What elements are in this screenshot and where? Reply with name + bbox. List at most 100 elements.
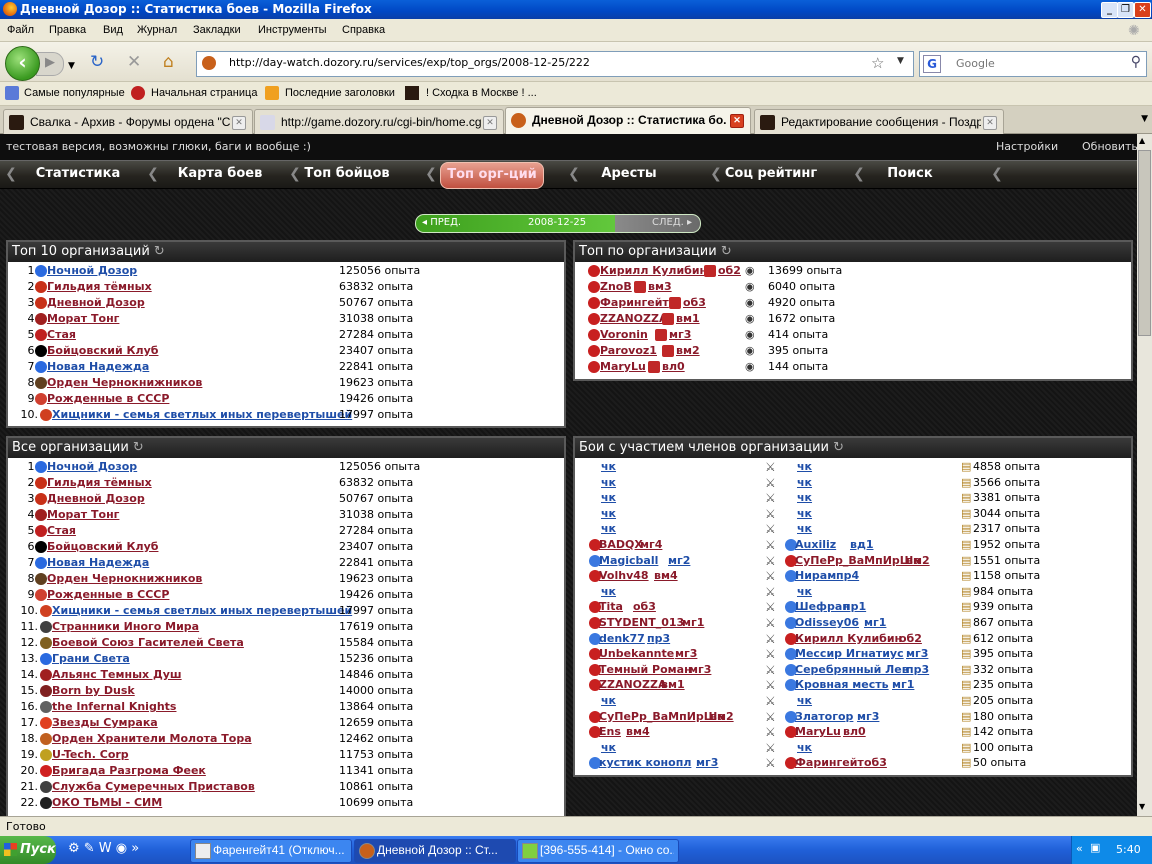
org-link[interactable]: Звезды Сумрака: [52, 715, 158, 731]
settings-link[interactable]: Настройки: [996, 140, 1058, 153]
forward-button[interactable]: ▶: [36, 52, 64, 76]
org-link[interactable]: Гильдия тёмных: [47, 279, 152, 295]
maximize-button[interactable]: ❐: [1117, 2, 1134, 18]
fighter-link[interactable]: MaryLu: [795, 724, 841, 740]
refresh-icon[interactable]: ↻: [154, 244, 165, 259]
back-button[interactable]: ‹: [5, 46, 40, 81]
fighter-level[interactable]: мг4: [640, 537, 662, 553]
org-link[interactable]: Рожденные в СССР: [47, 587, 169, 603]
quicklaunch-icon[interactable]: ⚙ ✎ W ◉ »: [68, 841, 139, 856]
org-link[interactable]: Гильдия тёмных: [47, 475, 152, 491]
fighter-level[interactable]: чк: [601, 584, 616, 600]
fighter-level[interactable]: вм2: [710, 709, 734, 725]
crossed-swords-icon[interactable]: ⚔: [765, 459, 776, 475]
fighter-level[interactable]: чк: [797, 693, 812, 709]
crossed-swords-icon[interactable]: ⚔: [765, 740, 776, 756]
org-link[interactable]: Стая: [47, 327, 76, 343]
crossed-swords-icon[interactable]: ⚔: [765, 755, 776, 771]
fighter-link[interactable]: Златогор: [795, 709, 853, 725]
member-level[interactable]: вм3: [648, 279, 672, 295]
task-fahrenheit[interactable]: Фаренгейт41 (Отключ...: [190, 839, 352, 863]
fighter-level[interactable]: мг3: [906, 646, 928, 662]
org-link[interactable]: Новая Надежда: [47, 555, 149, 571]
fighter-level[interactable]: пр3: [906, 662, 929, 678]
eye-icon[interactable]: ◉: [745, 263, 755, 279]
fighter-link[interactable]: Magicball: [599, 553, 658, 569]
fighter-level[interactable]: мг3: [675, 646, 697, 662]
task-day-watch[interactable]: Дневной Дозор :: Ст...: [354, 839, 516, 863]
org-link[interactable]: Орден Хранители Молота Тора: [52, 731, 252, 747]
site-menu-social-rating[interactable]: Соц рейтинг: [723, 162, 819, 187]
fighter-link[interactable]: Odissey06: [795, 615, 859, 631]
crossed-swords-icon[interactable]: ⚔: [765, 584, 776, 600]
crossed-swords-icon[interactable]: ⚔: [765, 506, 776, 522]
fighter-level[interactable]: вм4: [654, 568, 678, 584]
fighter-link[interactable]: СуПеРр_ВаМпИрШа: [795, 553, 921, 569]
fighter-level[interactable]: мг2: [668, 553, 690, 569]
fighter-link[interactable]: Volhv48: [599, 568, 649, 584]
site-menu-arrests[interactable]: Аресты: [581, 162, 677, 187]
fighter-level[interactable]: вд1: [850, 537, 874, 553]
fighter-link[interactable]: ZZANOZZA: [599, 677, 667, 693]
fighter-link[interactable]: Auxiliz: [795, 537, 836, 553]
search-box[interactable]: G ⚲: [919, 51, 1147, 77]
member-level[interactable]: мг3: [669, 327, 691, 343]
member-level[interactable]: вм2: [676, 343, 700, 359]
fighter-level[interactable]: мг3: [689, 662, 711, 678]
fighter-link[interactable]: кустик конопл: [599, 755, 691, 771]
site-menu-battle-map[interactable]: Карта боев: [160, 162, 280, 187]
member-level[interactable]: об3: [683, 295, 706, 311]
fighter-level[interactable]: чк: [797, 459, 812, 475]
bookmark-home[interactable]: Начальная страница: [151, 87, 257, 99]
org-link[interactable]: Новая Надежда: [47, 359, 149, 375]
org-link[interactable]: Born by Dusk: [52, 683, 135, 699]
member-link[interactable]: Кирилл Кулибин: [600, 263, 707, 279]
refresh-icon[interactable]: ↻: [833, 440, 844, 455]
org-link[interactable]: Альянс Темных Душ: [52, 667, 182, 683]
org-link[interactable]: Ночной Дозор: [47, 459, 137, 475]
member-link[interactable]: Parovoz1: [600, 343, 657, 359]
org-link[interactable]: Рожденные в СССР: [47, 391, 169, 407]
org-link[interactable]: ОКО ТЬМЫ - СИМ: [52, 795, 162, 811]
tab-edit-message[interactable]: Редактирование сообщения - Поздр... ✕: [754, 109, 1004, 135]
org-link[interactable]: Хищники - семья светлых иных перевертыше…: [52, 407, 352, 423]
fighter-level[interactable]: чк: [601, 506, 616, 522]
fighter-level[interactable]: пр4: [836, 568, 859, 584]
refresh-icon[interactable]: ↻: [133, 440, 144, 455]
site-menu-statistics[interactable]: Статистика: [18, 162, 138, 187]
fighter-level[interactable]: чк: [797, 521, 812, 537]
fighter-link[interactable]: BADQX: [599, 537, 643, 553]
address-bar[interactable]: ☆ ▼: [196, 51, 914, 77]
org-link[interactable]: Служба Сумеречных Приставов: [52, 779, 255, 795]
fighter-level[interactable]: об3: [633, 599, 656, 615]
fighter-link[interactable]: Фарингейт: [795, 755, 864, 771]
fighter-level[interactable]: мг3: [696, 755, 718, 771]
org-link[interactable]: Грани Света: [52, 651, 130, 667]
org-link[interactable]: Хищники - семья светлых иных перевертыше…: [52, 603, 352, 619]
fighter-link[interactable]: denk77: [599, 631, 645, 647]
fighter-level[interactable]: вм1: [661, 677, 685, 693]
org-link[interactable]: Бойцовский Клуб: [47, 343, 158, 359]
task-icq-chat[interactable]: [396-555-414] - Окно со...: [517, 839, 679, 863]
site-menu-search[interactable]: Поиск: [864, 162, 956, 187]
fighter-level[interactable]: вл0: [843, 724, 866, 740]
tray-expand-icon[interactable]: «: [1076, 842, 1083, 855]
url-input[interactable]: [227, 55, 861, 70]
fighter-link[interactable]: Темный Роман: [599, 662, 692, 678]
fighter-link[interactable]: Tita: [599, 599, 623, 615]
org-link[interactable]: Странники Иного Мира: [52, 619, 199, 635]
eye-icon[interactable]: ◉: [745, 343, 755, 359]
history-dropdown-icon[interactable]: ▼: [68, 57, 75, 75]
reload-icon[interactable]: ↻: [90, 53, 104, 71]
google-engine-icon[interactable]: G: [923, 55, 941, 73]
fighter-level[interactable]: чк: [797, 584, 812, 600]
scroll-down-icon[interactable]: ▼: [1139, 802, 1145, 811]
menu-bookmarks[interactable]: Закладки: [193, 24, 241, 36]
search-icon[interactable]: ⚲: [1131, 54, 1141, 70]
start-button[interactable]: Пуск: [0, 836, 56, 864]
crossed-swords-icon[interactable]: ⚔: [765, 662, 776, 678]
crossed-swords-icon[interactable]: ⚔: [765, 521, 776, 537]
scrollbar-thumb[interactable]: [1138, 150, 1151, 336]
fighter-level[interactable]: чк: [797, 506, 812, 522]
fighter-level[interactable]: чк: [601, 475, 616, 491]
